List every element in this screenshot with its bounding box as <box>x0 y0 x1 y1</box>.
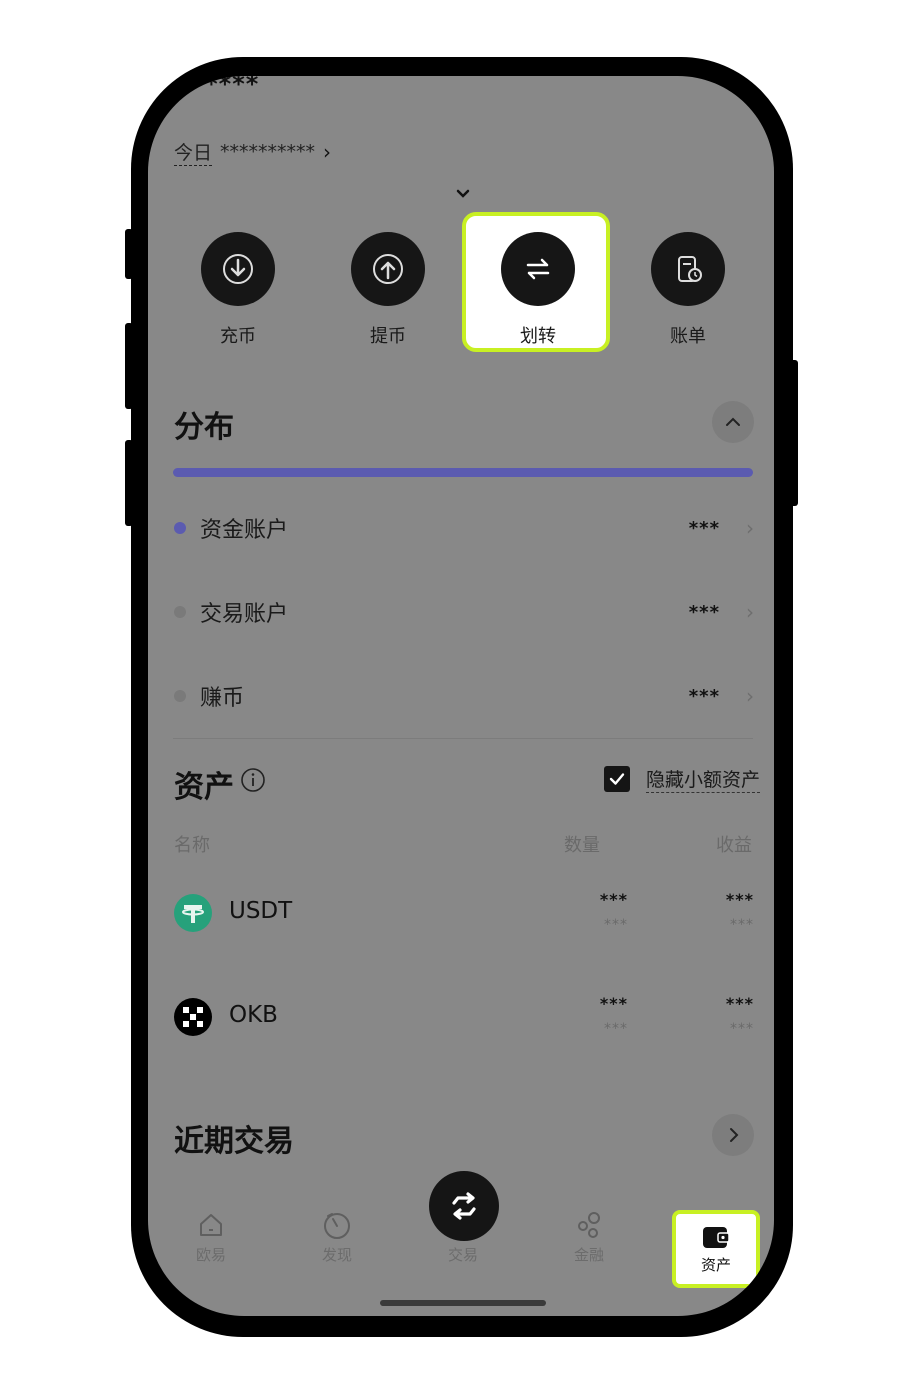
distribution-title: 分布 <box>174 410 234 445</box>
tab-finance[interactable]: 金融 <box>549 1208 629 1265</box>
column-header-pnl: 收益 <box>716 835 752 856</box>
account-name: 交易账户 <box>200 602 289 627</box>
chevron-right-icon: › <box>746 600 754 624</box>
tab-label: 金融 <box>573 1246 604 1264</box>
account-row-funding[interactable]: 资金账户 *** › <box>174 508 754 548</box>
chevron-right-icon: › <box>746 516 754 540</box>
column-header-name: 名称 <box>174 835 210 856</box>
asset-pnl-sub: *** <box>730 1021 754 1037</box>
tab-label: 交易 <box>447 1246 478 1264</box>
assets-title: 资产 <box>174 770 234 805</box>
home-indicator <box>380 1300 546 1306</box>
chevron-right-icon: › <box>746 684 754 708</box>
chevron-down-icon[interactable] <box>451 184 475 204</box>
transfer-label: 划转 <box>520 326 556 347</box>
tab-home[interactable]: 欧易 <box>171 1208 251 1265</box>
column-header-quantity: 数量 <box>564 835 600 856</box>
asset-quantity-main: *** <box>599 994 628 1013</box>
account-dot <box>174 690 186 702</box>
section-divider <box>173 738 753 739</box>
asset-pnl-main: *** <box>725 890 754 909</box>
asset-symbol: USDT <box>229 898 293 924</box>
withdraw-icon <box>351 232 425 306</box>
asset-row-usdt[interactable]: USDT *** *** *** *** <box>174 884 754 944</box>
masked-total-balance: ****** <box>178 76 260 98</box>
distribution-bar <box>173 468 753 477</box>
hide-small-assets-label: 隐藏小额资产 <box>646 765 761 793</box>
app-screen: ****** 今日 ********** › 充币 提币 划转 账单 分布 资金… <box>148 76 774 1316</box>
account-row-earn[interactable]: 赚币 *** › <box>174 676 754 716</box>
asset-quantity-sub: *** <box>604 917 628 933</box>
asset-quantity: *** *** <box>600 994 628 1037</box>
bill-label: 账单 <box>670 326 706 347</box>
account-dot <box>174 606 186 618</box>
chevron-up-icon <box>726 417 740 426</box>
tab-label: 发现 <box>321 1246 352 1264</box>
asset-row-okb[interactable]: OKB *** *** *** *** <box>174 988 754 1048</box>
account-value: *** <box>688 517 720 539</box>
chevron-right-icon <box>730 1128 739 1142</box>
withdraw-button[interactable]: 提币 <box>328 232 448 348</box>
trade-icon <box>452 1192 476 1220</box>
bill-icon <box>651 232 725 306</box>
bill-button[interactable]: 账单 <box>628 232 748 348</box>
okb-icon <box>174 998 212 1036</box>
asset-pnl-sub: *** <box>730 917 754 933</box>
asset-quantity-main: *** <box>599 890 628 909</box>
tab-assets[interactable]: 资产 <box>672 1210 760 1288</box>
account-dot <box>174 522 186 534</box>
account-value: *** <box>688 685 720 707</box>
trade-button[interactable] <box>429 1171 499 1241</box>
today-label: 今日 <box>174 138 213 166</box>
recent-trades-more-button[interactable] <box>712 1114 754 1156</box>
today-pnl-row[interactable]: 今日 ********** › <box>174 138 331 166</box>
asset-quantity: *** *** <box>600 890 628 933</box>
home-icon <box>171 1208 251 1242</box>
asset-symbol: OKB <box>229 1002 278 1028</box>
deposit-label: 充币 <box>220 326 256 347</box>
account-row-trading[interactable]: 交易账户 *** › <box>174 592 754 632</box>
tab-discover[interactable]: 发现 <box>297 1208 377 1265</box>
checkbox-checked-icon[interactable] <box>604 766 630 792</box>
usdt-icon <box>174 894 212 932</box>
info-icon[interactable] <box>240 767 266 797</box>
account-value: *** <box>688 601 720 623</box>
asset-pnl-main: *** <box>725 994 754 1013</box>
tab-label: 资产 <box>700 1256 731 1274</box>
deposit-icon <box>201 232 275 306</box>
tab-label: 欧易 <box>195 1246 226 1264</box>
asset-pnl: *** *** <box>726 994 754 1037</box>
deposit-button[interactable]: 充币 <box>178 232 298 348</box>
transfer-icon <box>501 232 575 306</box>
chevron-right-icon: › <box>323 140 332 164</box>
finance-icon <box>549 1208 629 1242</box>
wallet-icon <box>676 1222 756 1252</box>
today-value: ********** <box>220 141 316 163</box>
transfer-button[interactable]: 划转 <box>478 232 598 348</box>
recent-trades-title: 近期交易 <box>174 1124 294 1159</box>
account-name: 赚币 <box>200 686 245 711</box>
asset-quantity-sub: *** <box>604 1021 628 1037</box>
hide-small-assets-toggle[interactable]: 隐藏小额资产 <box>604 765 761 793</box>
discover-icon <box>297 1208 377 1242</box>
collapse-distribution-button[interactable] <box>712 401 754 443</box>
asset-pnl: *** *** <box>726 890 754 933</box>
account-name: 资金账户 <box>200 518 289 543</box>
withdraw-label: 提币 <box>370 326 406 347</box>
